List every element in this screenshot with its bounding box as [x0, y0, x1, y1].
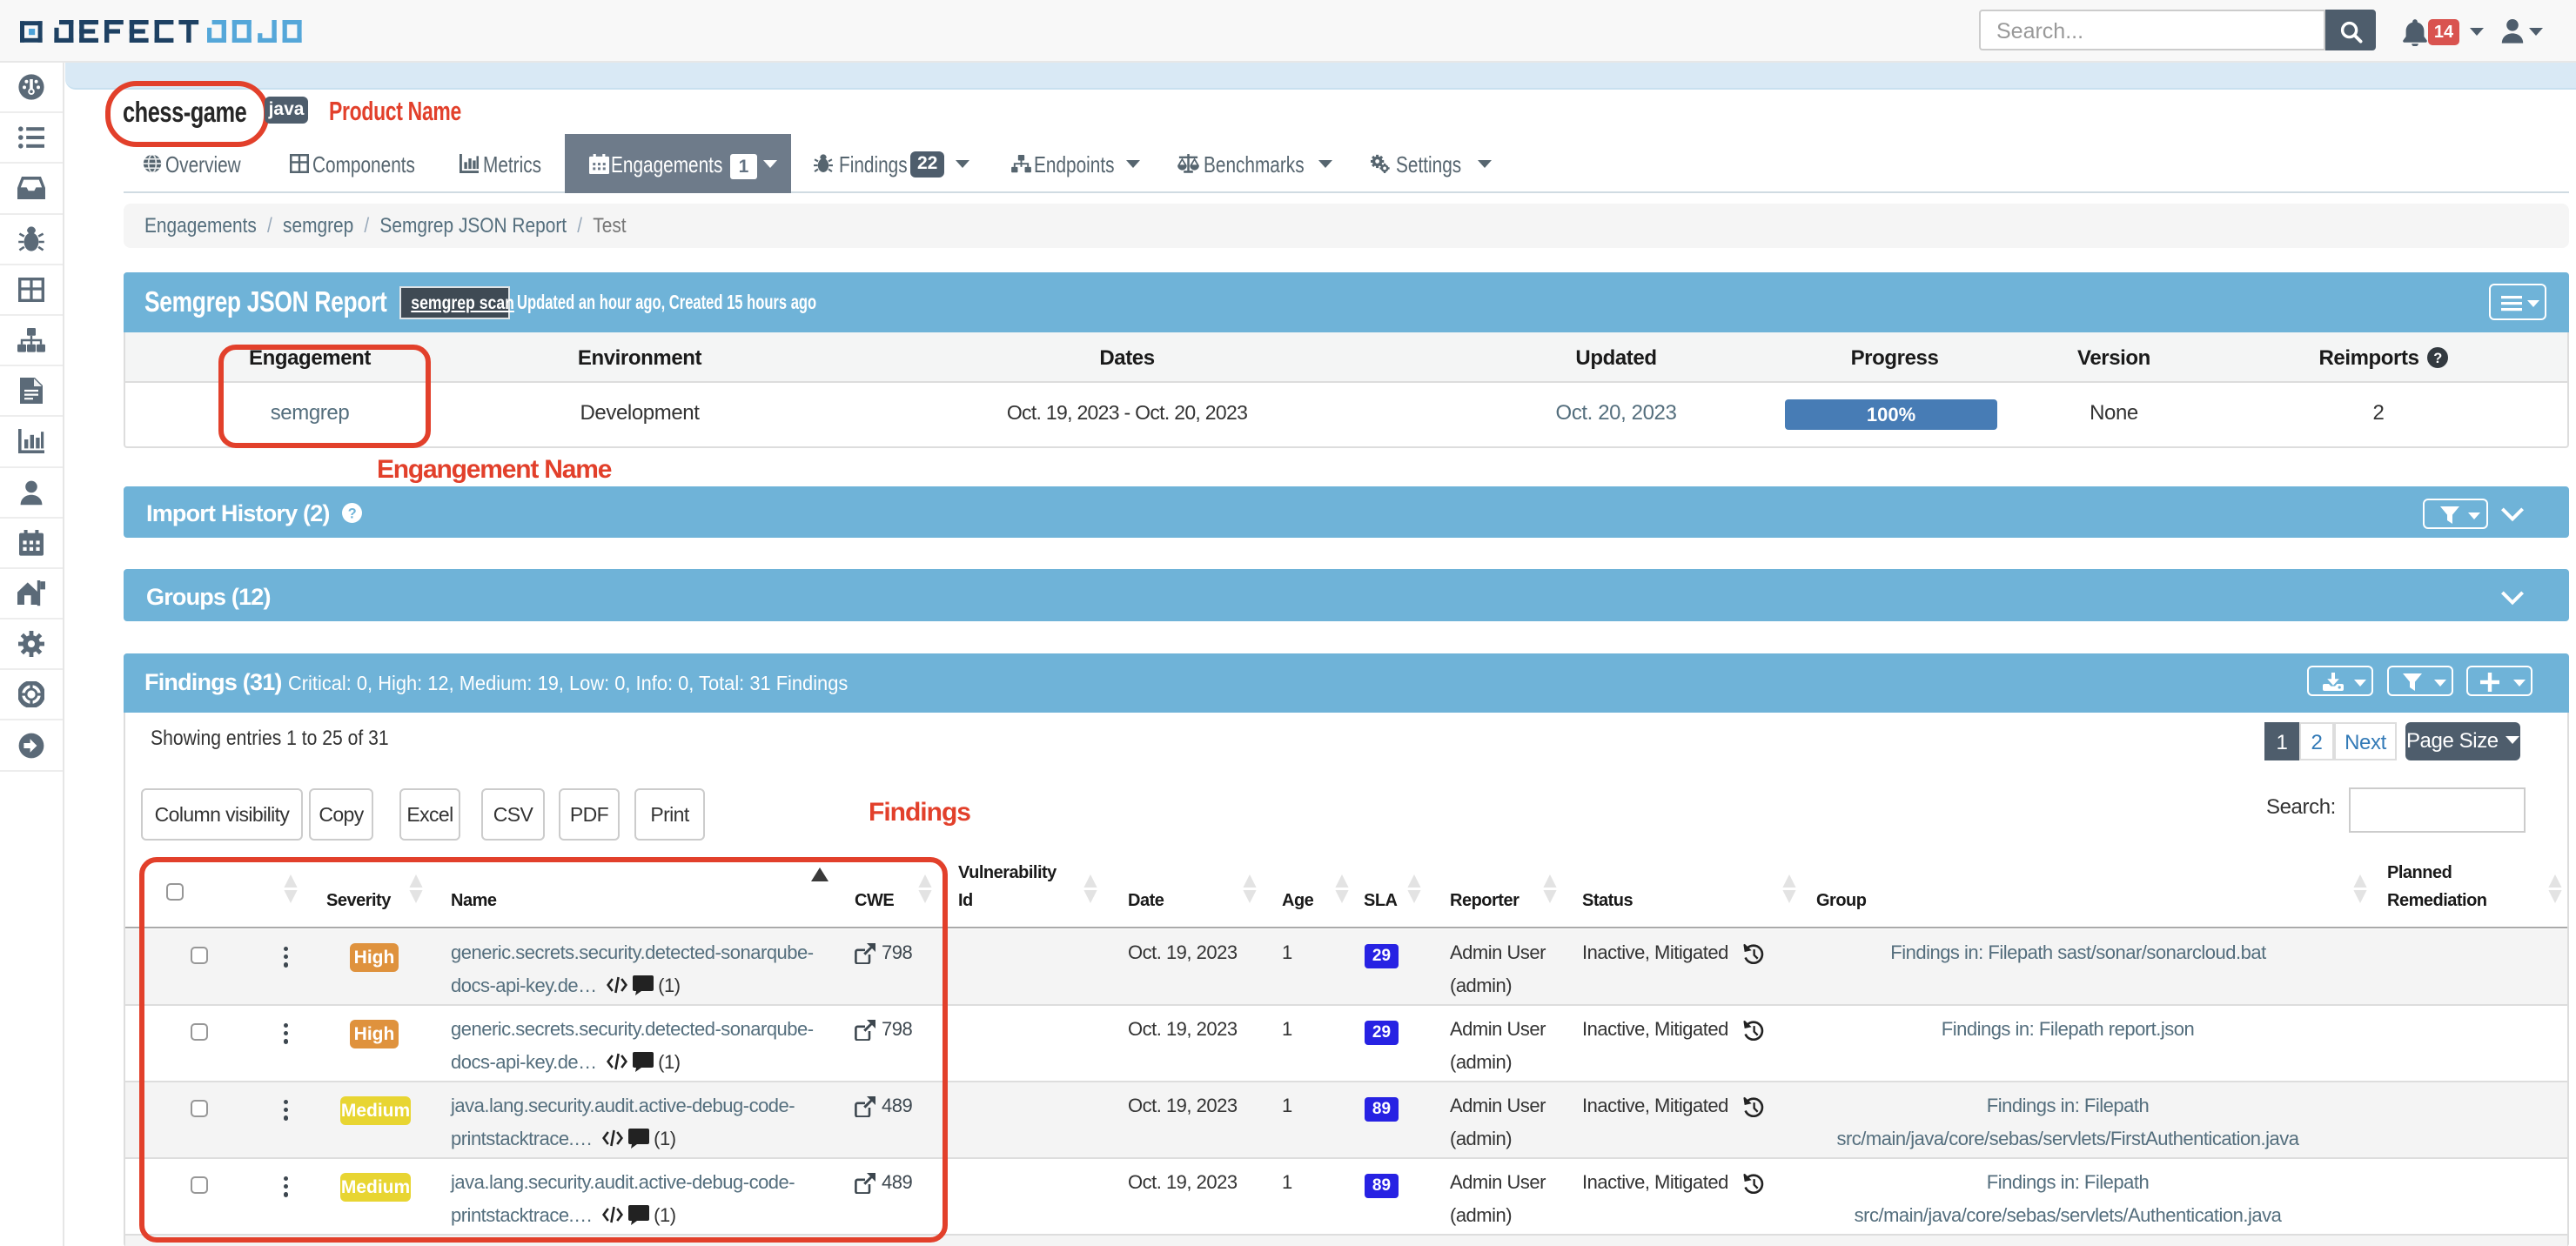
svg-text:?: ?: [348, 506, 357, 521]
svg-text:?: ?: [2433, 351, 2442, 366]
